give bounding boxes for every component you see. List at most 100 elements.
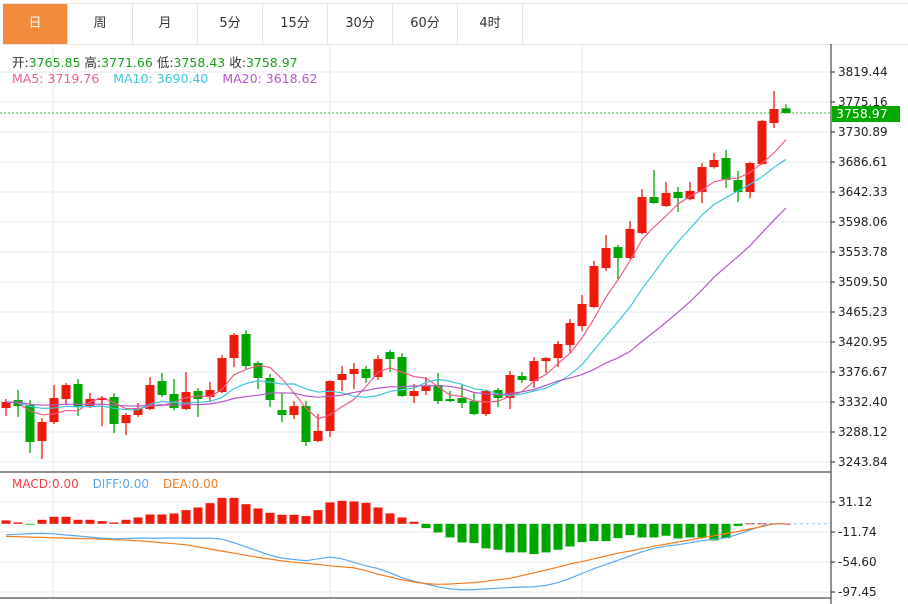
- macd-tick-label: -97.45: [838, 585, 877, 599]
- macd-bar-positive: [97, 521, 107, 524]
- candle-down: [457, 397, 467, 404]
- low-label: 低:: [156, 55, 174, 70]
- macd-bar-negative: [673, 523, 683, 539]
- ohlc-legend: 开:3765.85 高:3771.66 低:3758.43 收:3758.97: [12, 52, 298, 71]
- current-price-tag: 3758.97: [832, 106, 900, 122]
- ma5-value: 3719.76: [47, 71, 100, 86]
- macd-bar-negative: [565, 523, 575, 547]
- macd-bar-positive: [361, 502, 371, 524]
- macd-bar-negative: [493, 523, 503, 550]
- macd-tick-label: 31.12: [838, 495, 873, 509]
- candle-up: [601, 247, 611, 269]
- candle-up: [565, 323, 575, 346]
- macd-bar-positive: [205, 503, 215, 524]
- macd-bar-positive: [277, 514, 287, 524]
- ma-legend: MA5: 3719.76 MA10: 3690.40 MA20: 3618.62: [12, 71, 317, 86]
- candle-up: [349, 368, 359, 375]
- candle-down: [241, 334, 251, 367]
- macd-bar-positive: [61, 516, 71, 524]
- candle-down: [433, 385, 443, 402]
- macd-bar-negative: [661, 523, 671, 536]
- ma20-value: 3618.62: [265, 71, 318, 86]
- candle-up: [661, 193, 671, 207]
- candle-up: [421, 386, 431, 392]
- moving-averages: [5, 139, 787, 420]
- high-label: 高:: [84, 55, 102, 70]
- macd-bar-negative: [421, 523, 431, 529]
- macd-bar-positive: [73, 519, 83, 524]
- macd-bar-negative: [457, 523, 467, 543]
- candle-up: [121, 415, 131, 424]
- macd-bar-positive: [85, 519, 95, 524]
- grid: [0, 44, 831, 598]
- candle-down: [157, 381, 167, 396]
- dea-value: DEA:0.00: [162, 477, 219, 491]
- macd-bar-negative: [697, 523, 707, 538]
- macd-panel: [1, 497, 831, 591]
- candle-down: [277, 410, 287, 416]
- candle-up: [373, 359, 383, 377]
- candle-down: [613, 247, 623, 259]
- candle-up: [289, 406, 299, 416]
- macd-value: MACD:0.00: [12, 477, 79, 491]
- macd-bar-negative: [577, 523, 587, 543]
- macd-bar-negative: [481, 523, 491, 549]
- candle-down: [385, 352, 395, 360]
- macd-bar-negative: [601, 523, 611, 542]
- candle-down: [445, 399, 455, 402]
- macd-bar-positive: [133, 517, 143, 524]
- macd-bar-positive: [253, 508, 263, 524]
- candle-up: [769, 109, 779, 123]
- candle-down: [73, 384, 83, 408]
- macd-bar-negative: [505, 523, 515, 553]
- macd-bar-negative: [625, 523, 635, 536]
- ma10-value: 3690.40: [156, 71, 209, 86]
- candle-up: [409, 391, 419, 397]
- macd-bar-positive: [109, 522, 119, 524]
- candle-up: [313, 430, 323, 442]
- macd-bar-negative: [529, 523, 539, 555]
- candle-up: [757, 121, 767, 165]
- ma5-line: [5, 139, 787, 420]
- macd-bar-negative: [25, 523, 35, 525]
- candle-up: [553, 343, 563, 359]
- candle-up: [325, 381, 335, 431]
- candle-up: [217, 358, 227, 393]
- macd-bar-negative: [613, 523, 623, 539]
- macd-bar-negative: [709, 523, 719, 541]
- macd-legend: MACD:0.00 DIFF:0.00 DEA:0.00: [12, 477, 218, 491]
- macd-bar-positive: [757, 523, 767, 525]
- candle-up: [709, 160, 719, 168]
- macd-bar-positive: [397, 517, 407, 524]
- candle-up: [229, 334, 239, 359]
- macd-tick-label: -11.74: [838, 525, 877, 539]
- macd-bar-negative: [649, 523, 659, 538]
- kline-chart[interactable]: [0, 0, 908, 604]
- macd-bar-negative: [589, 523, 599, 542]
- close-label: 收:: [229, 55, 246, 70]
- ma20-line: [5, 207, 787, 407]
- diff-value: DIFF:0.00: [92, 477, 149, 491]
- macd-tick-label: -54.60: [838, 555, 877, 569]
- price-tick-label: 3553.78: [838, 244, 888, 259]
- candle-down: [733, 180, 743, 193]
- candles: [1, 90, 791, 460]
- price-tick-label: 3642.33: [838, 185, 888, 199]
- macd-bar-negative: [433, 523, 443, 533]
- candle-down: [673, 192, 683, 199]
- candle-down: [469, 401, 479, 415]
- price-tick-label: 3598.06: [838, 214, 888, 229]
- macd-bar-negative: [685, 523, 695, 538]
- macd-bar-positive: [145, 514, 155, 524]
- price-tick-label: 3376.67: [838, 365, 888, 379]
- macd-bar-positive: [229, 497, 239, 524]
- candle-up: [529, 361, 539, 382]
- macd-bar-negative: [517, 523, 527, 553]
- macd-bar-positive: [181, 510, 191, 524]
- candle-up: [181, 392, 191, 410]
- open-label: 开:: [12, 55, 29, 70]
- candle-up: [337, 374, 347, 381]
- candle-up: [577, 304, 587, 327]
- open-value: 3765.85: [28, 55, 81, 70]
- candle-down: [781, 108, 791, 113]
